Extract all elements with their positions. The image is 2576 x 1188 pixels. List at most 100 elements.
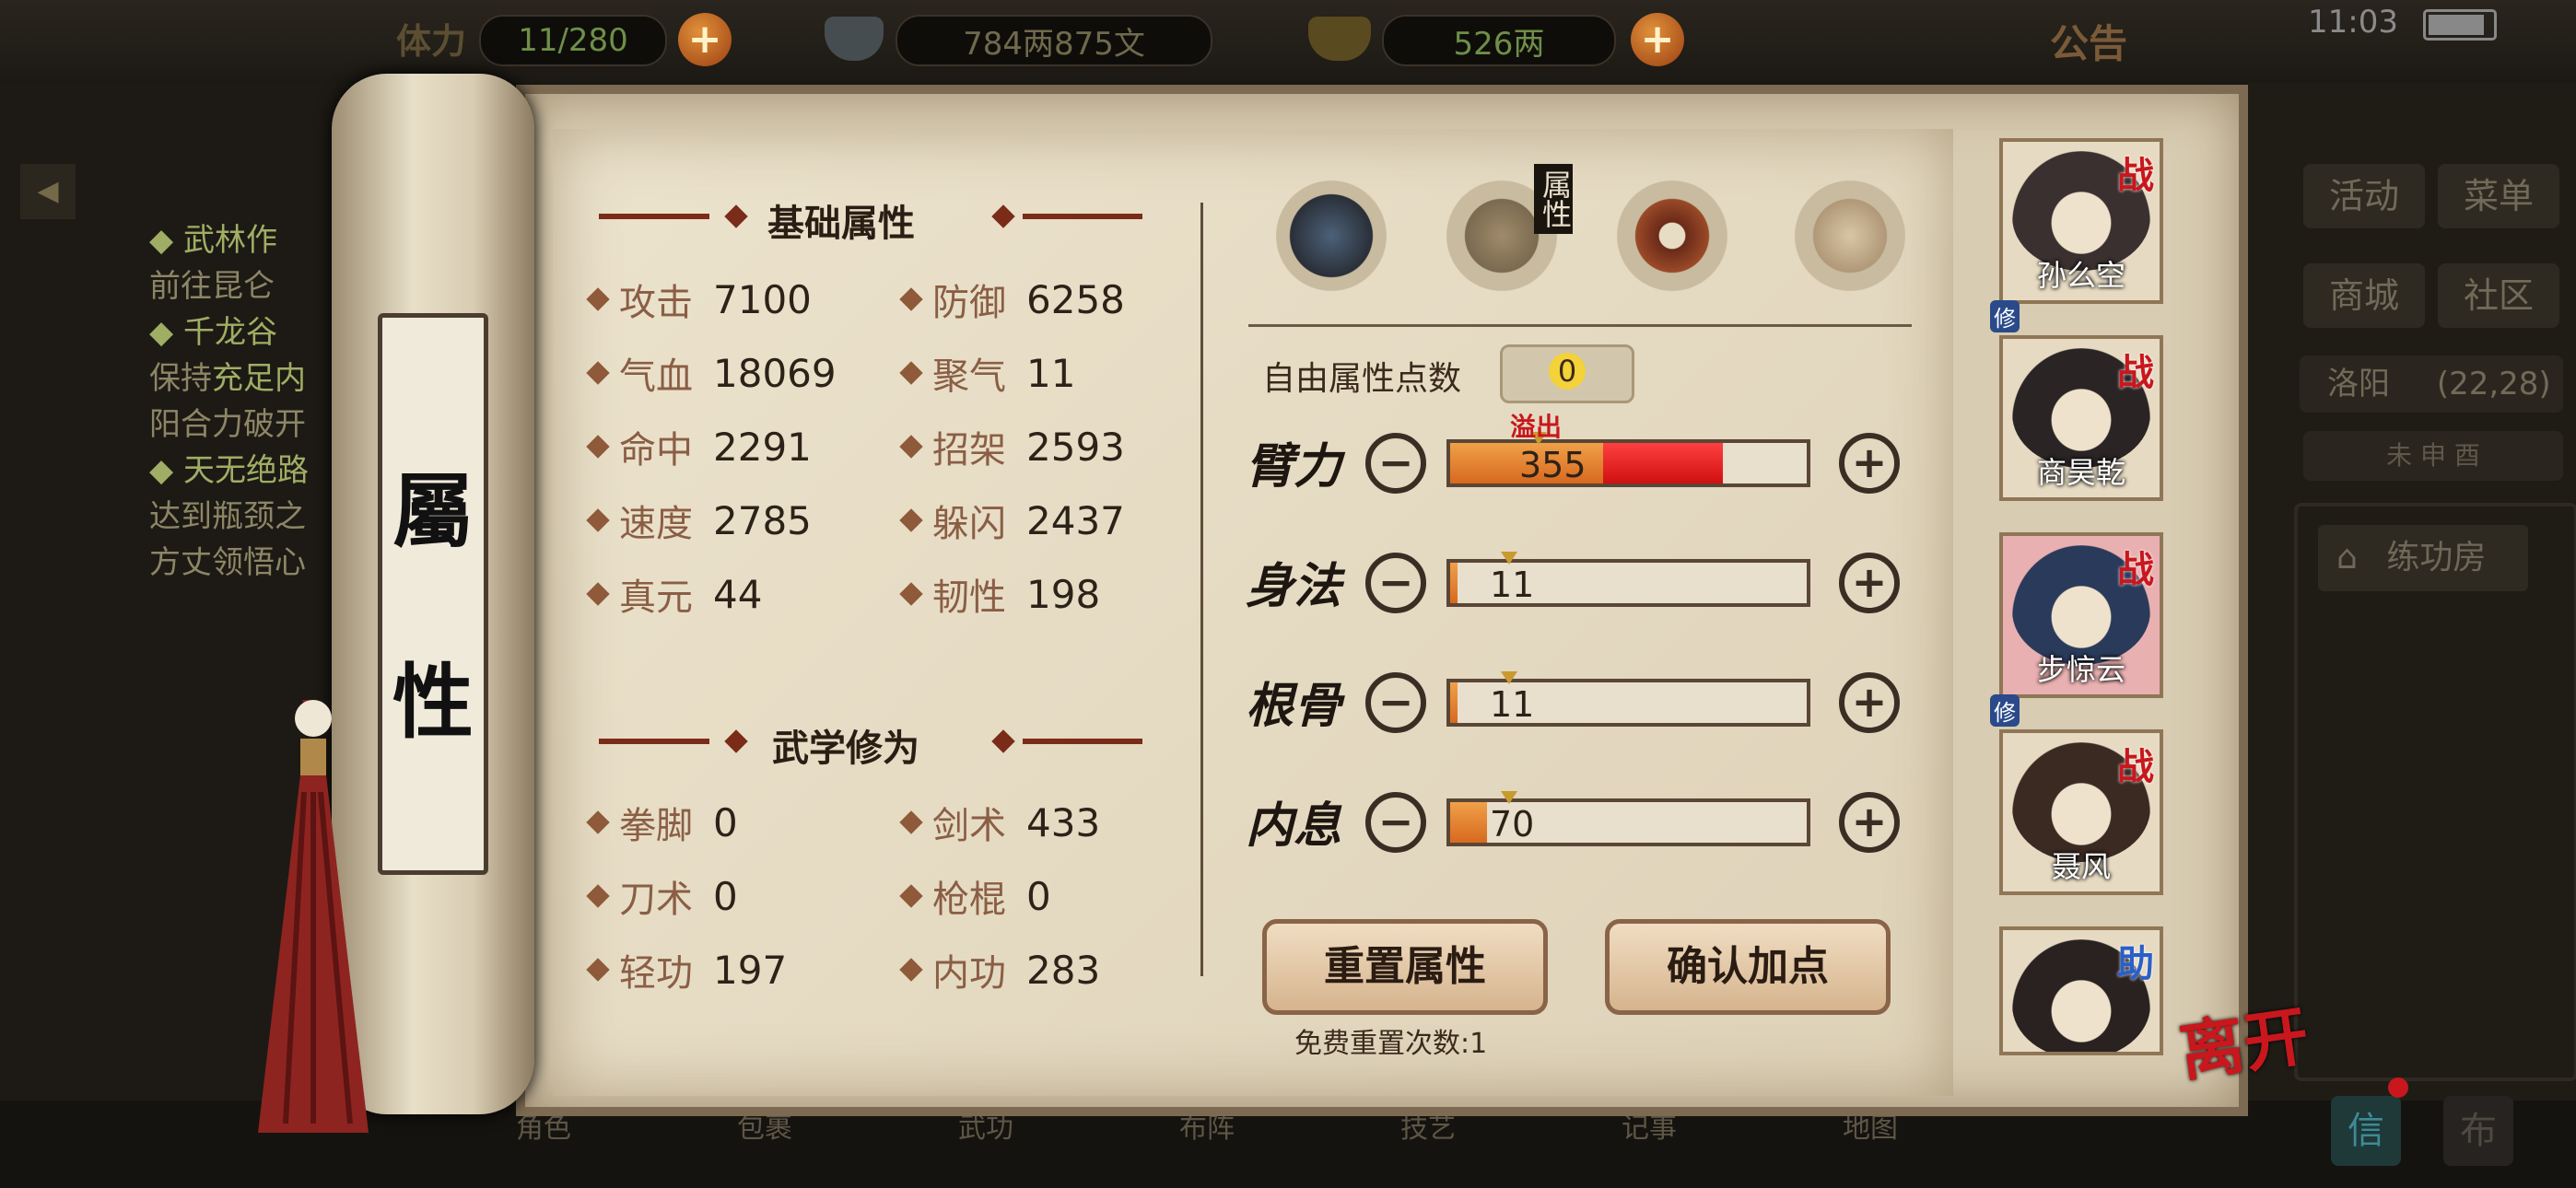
stat-label: 内功	[932, 952, 1006, 995]
top-hud	[0, 0, 2576, 83]
quest-title: 千龙谷	[182, 314, 277, 351]
quest-item[interactable]: ◆ 武林作	[149, 217, 309, 263]
stat-row: 真元 44	[586, 567, 762, 621]
tab-attributes-label[interactable]: 属性	[1534, 164, 1573, 234]
tab-divider	[1248, 324, 1912, 327]
leave-button[interactable]: 离开	[2173, 984, 2314, 1095]
location-display[interactable]: 洛阳 (22,28)	[2300, 355, 2563, 413]
increase-button[interactable]: +	[1839, 792, 1900, 853]
notification-dot	[2388, 1077, 2408, 1098]
decrease-button[interactable]: −	[1365, 792, 1426, 853]
increase-button[interactable]: +	[1839, 672, 1900, 733]
battery-icon	[2423, 9, 2497, 41]
bullet-diamond	[586, 287, 610, 311]
column-divider	[1200, 203, 1203, 976]
role-badge: 战	[2117, 352, 2154, 394]
stat-value: 0	[713, 799, 738, 845]
free-points-label: 自由属性点数	[1262, 360, 1462, 398]
community-button[interactable]: 社区	[2438, 263, 2559, 328]
cultivation-badge: 修	[1990, 694, 2020, 727]
gold-counter: 526两	[1382, 15, 1616, 66]
role-badge: 战	[2117, 155, 2154, 197]
decrease-button[interactable]: −	[1365, 553, 1426, 613]
divider-ornament	[599, 214, 709, 219]
confirm-points-button[interactable]: 确认加点	[1605, 919, 1891, 1015]
collapse-arrow-icon[interactable]: ◀	[20, 164, 76, 219]
increase-button[interactable]: +	[1839, 553, 1900, 613]
attribute-name: 臂力	[1246, 438, 1342, 495]
bullet-diamond	[586, 958, 610, 982]
add-stamina-button[interactable]: +	[678, 13, 732, 66]
marker-icon	[1501, 671, 1517, 684]
attribute-value: 11	[1490, 684, 1535, 725]
attribute-name: 内息	[1246, 798, 1342, 854]
character-name: 孙么空	[2036, 258, 2125, 293]
divider-ornament	[1023, 739, 1142, 744]
stat-row: 剑术 433	[899, 796, 1100, 849]
bagua-icon[interactable]	[1608, 171, 1737, 300]
character-name: 商昊乾	[2036, 455, 2125, 490]
character-portrait-icon[interactable]	[1267, 171, 1396, 300]
bullet-diamond	[586, 810, 610, 834]
stat-value: 283	[1026, 947, 1101, 993]
practice-room-button[interactable]: ⌂ 练功房	[2318, 525, 2528, 591]
stat-row: 枪棍 0	[899, 869, 1051, 923]
stat-row: 防御 6258	[899, 273, 1125, 326]
role-badge: 战	[2117, 746, 2154, 788]
scroll-title-char: 性	[392, 654, 474, 750]
quest-item[interactable]: ◆ 天无绝路	[149, 448, 309, 494]
attribute-bar: 70	[1446, 791, 1810, 846]
attribute-value: 11	[1490, 565, 1535, 605]
mall-button[interactable]: 商城	[2303, 263, 2425, 328]
increase-button[interactable]: +	[1839, 433, 1900, 494]
bullet-diamond	[586, 361, 610, 385]
add-gold-button[interactable]: +	[1631, 13, 1684, 66]
stat-row: 拳脚 0	[586, 796, 738, 849]
overflow-label: 溢出	[1510, 412, 1563, 442]
stat-row: 刀术 0	[586, 869, 738, 923]
meridian-body-icon[interactable]	[1786, 171, 1914, 300]
location-name: 洛阳	[2327, 366, 2390, 402]
menu-button[interactable]: 菜单	[2438, 164, 2559, 228]
stat-row: 内功 283	[899, 943, 1101, 996]
notice-button[interactable]: 公告	[2050, 13, 2127, 69]
scroll-title-char: 屬	[392, 463, 474, 559]
scroll-title-plaque: 屬 性	[378, 313, 488, 875]
reset-attributes-button[interactable]: 重置属性	[1262, 919, 1548, 1015]
free-points-value-box: 0	[1500, 344, 1634, 403]
mail-button[interactable]: 信	[2331, 1096, 2401, 1166]
stat-value: 2437	[1026, 497, 1125, 543]
stat-row: 命中 2291	[586, 420, 812, 473]
stat-label: 轻功	[619, 952, 693, 995]
stat-label: 枪棍	[932, 879, 1006, 921]
stat-value: 7100	[713, 276, 812, 322]
quest-item[interactable]: ◆ 千龙谷	[149, 309, 309, 355]
roster-card[interactable]: 助	[1999, 926, 2163, 1055]
decrease-button[interactable]: −	[1365, 433, 1426, 494]
roster-card[interactable]: 战 步惊云	[1999, 532, 2163, 698]
roster-card[interactable]: 战 孙么空	[1999, 138, 2163, 304]
stat-label: 剑术	[932, 805, 1006, 847]
quest-desc: 阳合力破开	[149, 406, 306, 443]
stat-row: 韧性 198	[899, 567, 1100, 621]
divider-ornament	[1023, 214, 1142, 219]
silver-counter: 784两875文	[896, 15, 1212, 66]
decrease-button[interactable]: −	[1365, 672, 1426, 733]
free-reset-count: 免费重置次数:1	[1294, 1028, 1488, 1060]
stat-label: 气血	[619, 355, 693, 398]
roster-card[interactable]: 战 聂风	[1999, 729, 2163, 895]
stat-row: 轻功 197	[586, 943, 787, 996]
attribute-bar: 355	[1446, 432, 1810, 487]
quest-desc: 前往昆仑	[149, 268, 275, 305]
stat-value: 0	[713, 873, 738, 919]
stat-label: 刀术	[619, 879, 693, 921]
activity-button[interactable]: 活动	[2303, 164, 2425, 228]
stat-label: 拳脚	[619, 805, 693, 847]
stat-label: 命中	[619, 429, 693, 472]
attribute-value: 355	[1519, 445, 1587, 485]
attribute-bar: 11	[1446, 552, 1810, 607]
roster-card[interactable]: 战 商昊乾	[1999, 335, 2163, 501]
other-button[interactable]: 布	[2443, 1096, 2513, 1166]
marker-icon	[1501, 791, 1517, 804]
stamina-label: 体力	[396, 21, 467, 62]
